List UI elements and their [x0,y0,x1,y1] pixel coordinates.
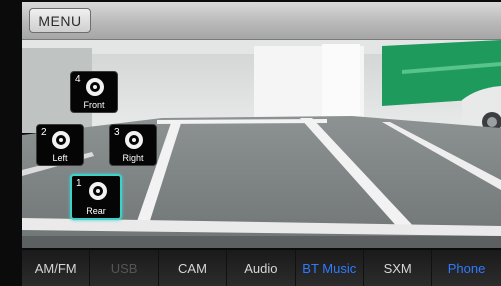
source-tab-cam[interactable]: CAM [159,250,228,286]
source-tab-audio[interactable]: Audio [227,250,296,286]
camera-left-button[interactable]: 2 Left [36,124,84,166]
source-tab-am-fm[interactable]: AM/FM [22,250,91,286]
source-tab-bt-music[interactable]: BT Music [296,250,364,286]
camera-icon [89,182,107,200]
camera-number: 3 [114,127,120,138]
camera-view: 4 Front 2 Left 3 Right 1 Rear [22,40,501,248]
camera-number: 1 [76,178,82,189]
camera-rear-button[interactable]: 1 Rear [70,174,122,220]
camera-icon [125,131,143,149]
camera-right-button[interactable]: 3 Right [109,124,157,166]
source-tab-phone[interactable]: Phone [432,250,500,286]
source-bar: AM/FM USB CAM Audio BT Music SXM Phone [22,250,501,286]
source-tab-usb[interactable]: USB [90,250,159,286]
top-bar: MENU [22,2,501,40]
camera-icon [52,131,70,149]
camera-label: Right [122,153,144,163]
menu-button[interactable]: MENU [29,8,91,33]
camera-icon [86,78,104,96]
camera-screen: MENU 4 Front 2 Left 3 Right 1 Rear AM/FM… [0,0,501,286]
camera-front-button[interactable]: 4 Front [70,71,118,113]
camera-label: Left [52,153,68,163]
camera-number: 4 [75,74,81,85]
camera-label: Front [83,100,105,110]
source-tab-sxm[interactable]: SXM [364,250,433,286]
camera-label: Rear [86,206,106,216]
camera-number: 2 [41,127,47,138]
